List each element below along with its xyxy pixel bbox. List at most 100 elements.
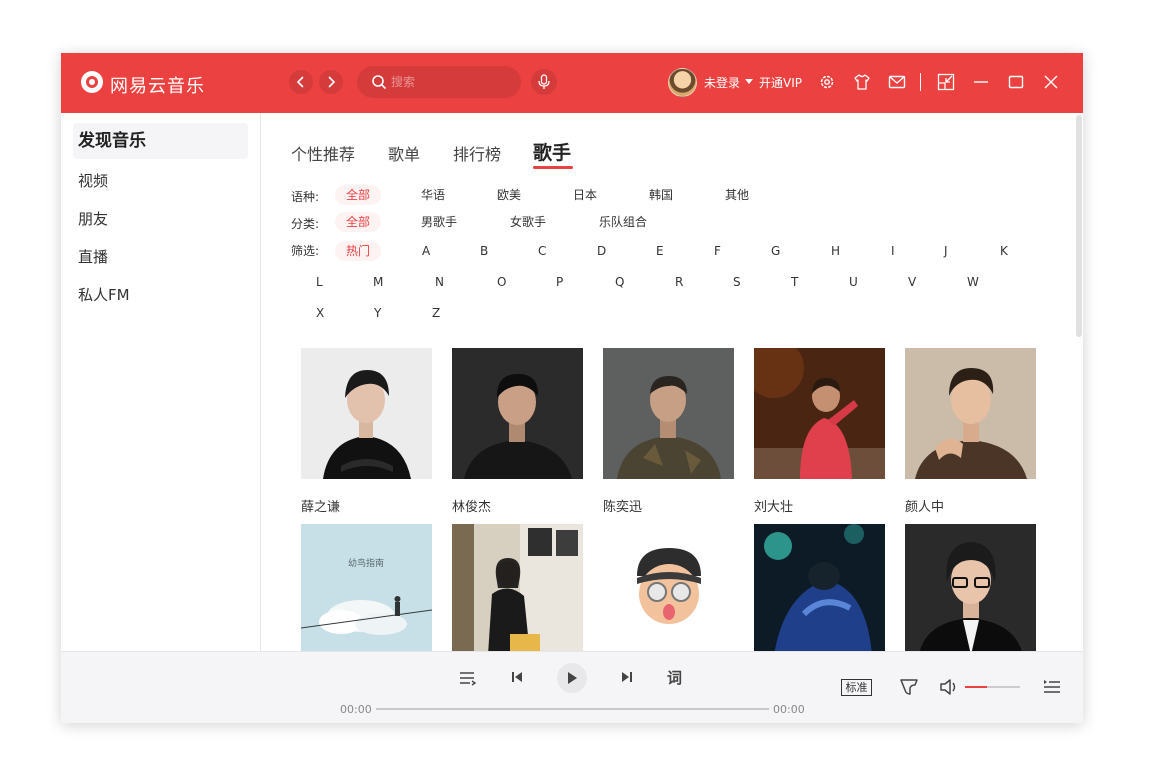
- initial-option[interactable]: P: [556, 272, 563, 292]
- forward-button[interactable]: [319, 70, 343, 94]
- artist-card[interactable]: [452, 524, 583, 651]
- artist-card[interactable]: 林俊杰: [452, 348, 583, 515]
- tab-artists[interactable]: 歌手: [533, 138, 571, 165]
- initial-option[interactable]: A: [422, 241, 430, 261]
- voice-search-button[interactable]: [531, 69, 557, 95]
- initial-option[interactable]: G: [771, 241, 780, 261]
- close-icon[interactable]: [1042, 73, 1060, 91]
- initial-option[interactable]: L: [316, 272, 323, 292]
- maximize-icon[interactable]: [1007, 73, 1025, 91]
- initial-option[interactable]: Z: [432, 303, 440, 323]
- initial-option[interactable]: N: [435, 272, 444, 292]
- tab-charts[interactable]: 排行榜: [453, 141, 501, 165]
- search-box[interactable]: [357, 66, 521, 98]
- app-title[interactable]: 网易云音乐: [110, 72, 205, 98]
- sidebar-item-live[interactable]: 直播: [73, 239, 248, 275]
- initial-option[interactable]: V: [908, 272, 916, 292]
- artist-name[interactable]: 陈奕迅: [603, 496, 642, 515]
- sound-effect-icon[interactable]: [899, 678, 919, 696]
- mini-mode-icon[interactable]: [937, 73, 955, 91]
- language-option[interactable]: 欧美: [497, 185, 521, 205]
- language-option[interactable]: 韩国: [649, 185, 673, 205]
- mail-icon[interactable]: [888, 73, 906, 91]
- artist-photo[interactable]: [754, 524, 885, 651]
- initial-option[interactable]: F: [714, 241, 721, 261]
- login-link[interactable]: 未登录: [704, 74, 740, 91]
- artist-card[interactable]: [754, 524, 885, 651]
- artist-photo[interactable]: [905, 524, 1036, 651]
- artist-photo[interactable]: [905, 348, 1036, 479]
- initial-option[interactable]: Y: [374, 303, 381, 323]
- artist-photo[interactable]: 幼鸟指南: [301, 524, 432, 651]
- initial-option[interactable]: I: [891, 241, 895, 261]
- initial-option[interactable]: R: [675, 272, 683, 292]
- skin-shirt-icon[interactable]: [853, 73, 871, 91]
- sidebar-item-discover-music[interactable]: 发现音乐: [73, 123, 248, 159]
- category-option[interactable]: 女歌手: [510, 212, 546, 232]
- language-option[interactable]: 华语: [421, 185, 445, 205]
- quality-button[interactable]: 标准: [841, 679, 872, 696]
- initial-option[interactable]: S: [733, 272, 741, 292]
- artist-photo[interactable]: [301, 348, 432, 479]
- volume-slider[interactable]: [965, 686, 1020, 688]
- search-input[interactable]: [391, 72, 511, 92]
- initial-option[interactable]: K: [1000, 241, 1008, 261]
- category-option[interactable]: 男歌手: [421, 212, 457, 232]
- vertical-scrollbar[interactable]: [1076, 115, 1082, 337]
- artist-card[interactable]: [603, 524, 734, 651]
- minimize-icon[interactable]: [972, 73, 990, 91]
- initial-option[interactable]: J: [944, 241, 948, 261]
- playback-mode-icon[interactable]: [459, 670, 477, 686]
- volume-icon[interactable]: [939, 678, 959, 696]
- initial-option[interactable]: W: [967, 272, 979, 292]
- initial-option[interactable]: U: [849, 272, 858, 292]
- initial-option[interactable]: H: [831, 241, 840, 261]
- next-track-icon[interactable]: [621, 671, 633, 683]
- artist-card[interactable]: 陈奕迅: [603, 348, 734, 515]
- lyrics-button[interactable]: 词: [667, 667, 682, 688]
- settings-gear-icon[interactable]: [818, 73, 836, 91]
- tab-personal-recommend[interactable]: 个性推荐: [291, 141, 355, 165]
- artist-card[interactable]: 薛之谦: [301, 348, 432, 515]
- progress-bar[interactable]: [376, 708, 769, 710]
- netease-logo-icon[interactable]: [81, 71, 103, 93]
- artist-card[interactable]: 颜人中: [905, 348, 1036, 515]
- artist-photo[interactable]: [603, 348, 734, 479]
- language-option[interactable]: 日本: [573, 185, 597, 205]
- avatar[interactable]: [668, 68, 697, 97]
- artist-name[interactable]: 林俊杰: [452, 496, 491, 515]
- artist-card[interactable]: [905, 524, 1036, 651]
- category-option[interactable]: 全部: [335, 212, 381, 232]
- initial-option[interactable]: T: [791, 272, 798, 292]
- artist-photo[interactable]: [452, 348, 583, 479]
- artist-card[interactable]: 刘大壮: [754, 348, 885, 515]
- previous-track-icon[interactable]: [511, 671, 523, 683]
- initial-option[interactable]: D: [597, 241, 606, 261]
- initial-option[interactable]: X: [316, 303, 324, 323]
- playlist-icon[interactable]: [1043, 679, 1061, 695]
- initial-option[interactable]: M: [373, 272, 383, 292]
- language-option[interactable]: 其他: [725, 185, 749, 205]
- play-button[interactable]: [557, 663, 587, 693]
- sidebar-item-personal-fm[interactable]: 私人FM: [73, 277, 248, 313]
- sidebar-item-friends[interactable]: 朋友: [73, 201, 248, 237]
- artist-card[interactable]: 幼鸟指南: [301, 524, 432, 651]
- artist-name[interactable]: 刘大壮: [754, 496, 793, 515]
- initial-option[interactable]: Q: [615, 272, 624, 292]
- artist-photo[interactable]: [754, 348, 885, 479]
- artist-name[interactable]: 颜人中: [905, 496, 944, 515]
- initial-option[interactable]: C: [538, 241, 546, 261]
- initial-option[interactable]: B: [480, 241, 488, 261]
- back-button[interactable]: [289, 70, 313, 94]
- sidebar-item-video[interactable]: 视频: [73, 163, 248, 199]
- language-option[interactable]: 全部: [335, 185, 381, 205]
- tab-playlists[interactable]: 歌单: [388, 141, 420, 165]
- vip-link[interactable]: 开通VIP: [759, 74, 802, 91]
- caret-down-icon[interactable]: [745, 79, 753, 84]
- category-option[interactable]: 乐队组合: [599, 212, 647, 232]
- artist-name[interactable]: 薛之谦: [301, 496, 340, 515]
- initial-option-hot[interactable]: 热门: [335, 241, 381, 261]
- initial-option[interactable]: O: [497, 272, 506, 292]
- artist-photo[interactable]: [452, 524, 583, 651]
- initial-option[interactable]: E: [656, 241, 664, 261]
